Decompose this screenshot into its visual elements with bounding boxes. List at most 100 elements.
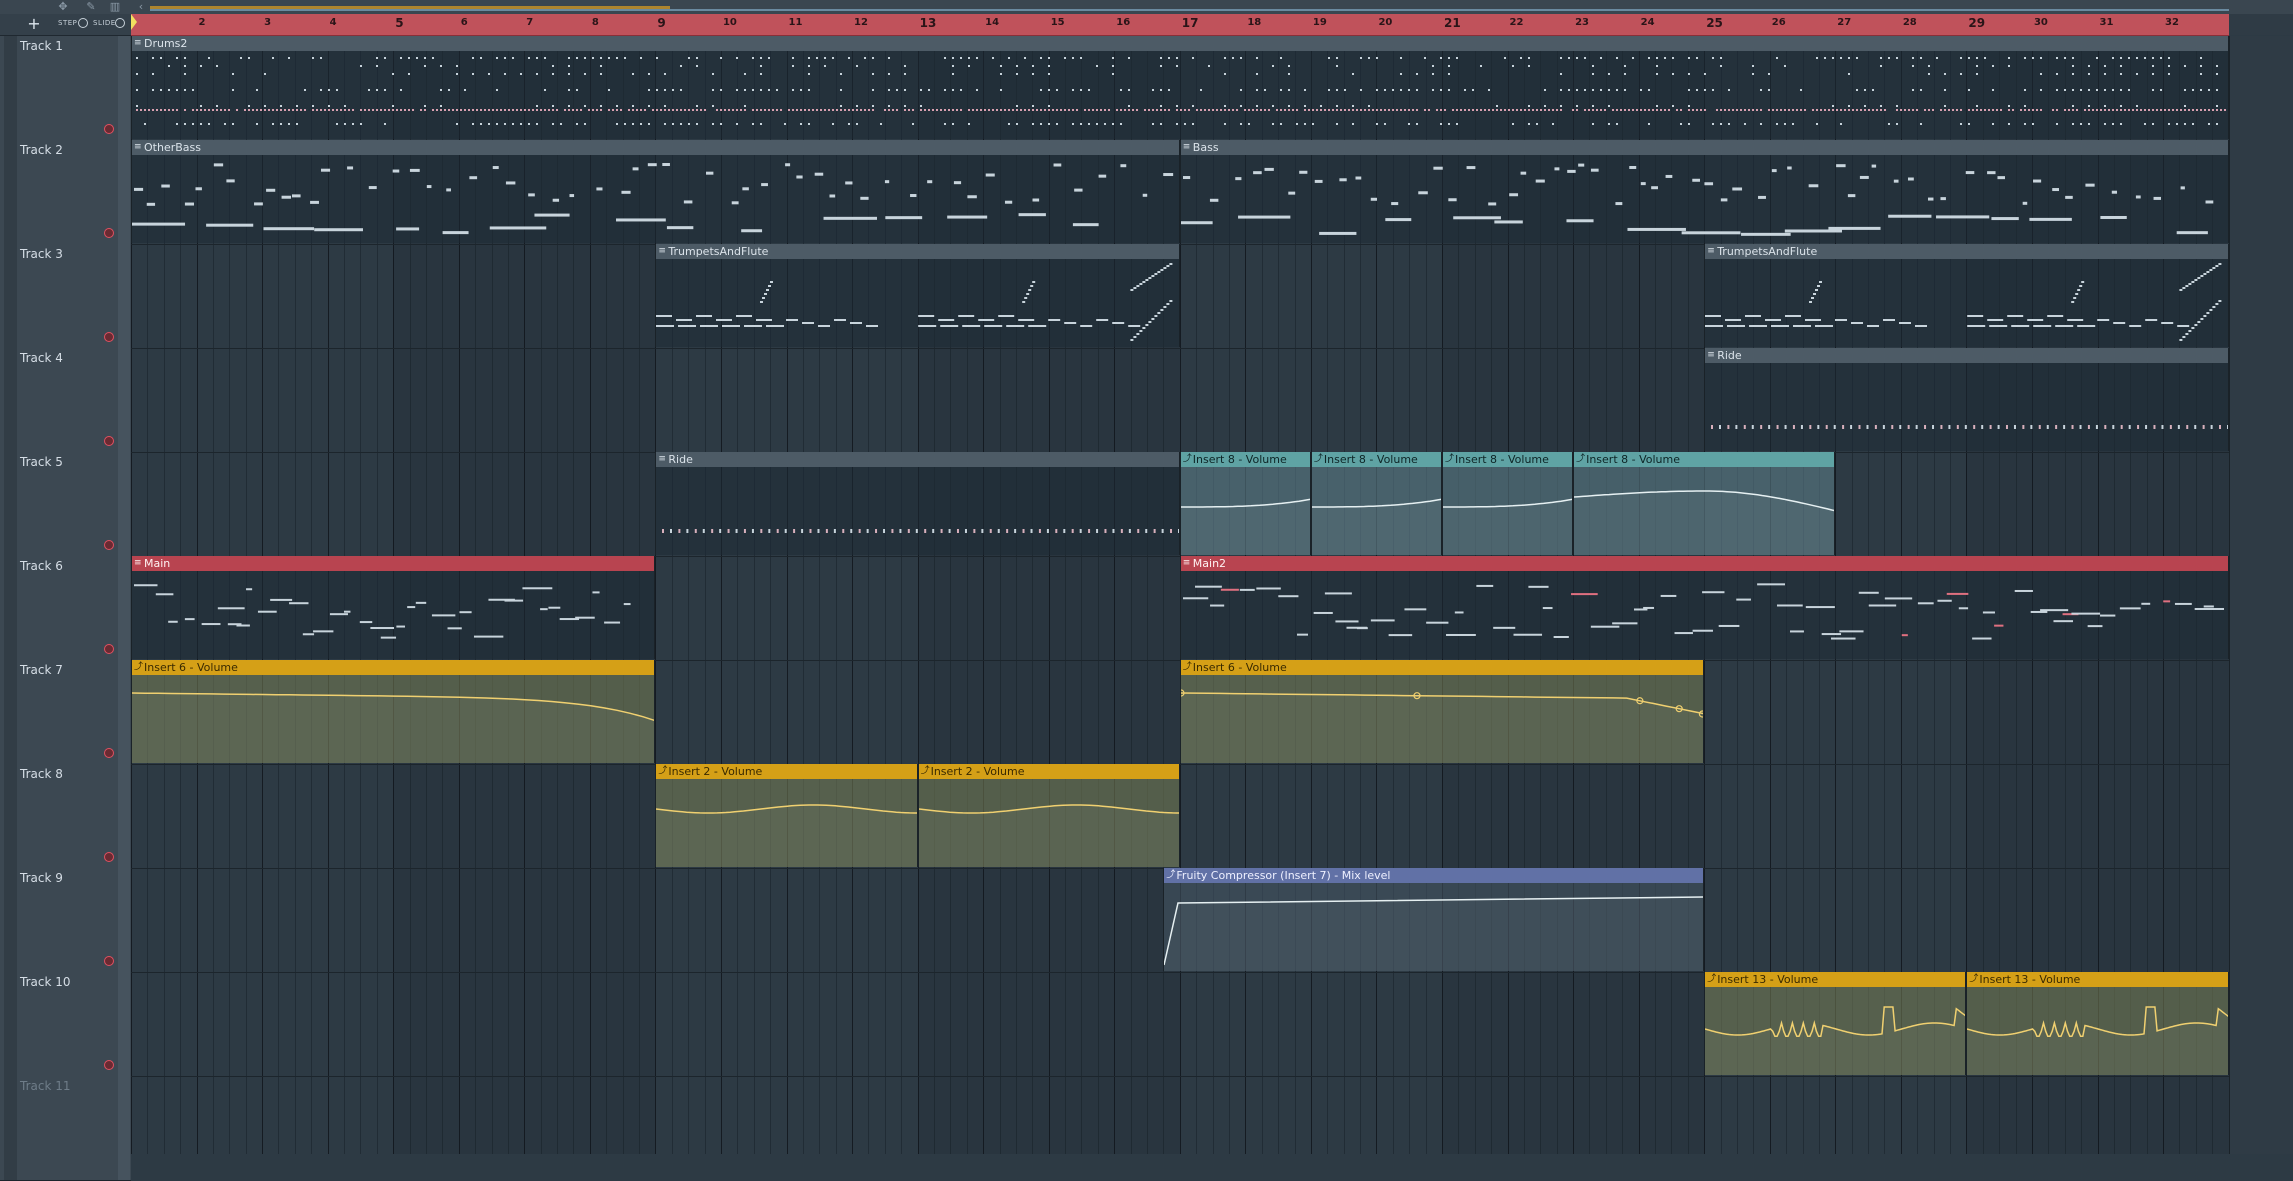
track-resize-handle[interactable]	[118, 556, 130, 660]
pattern-clip[interactable]: ≡OtherBass	[131, 140, 1180, 243]
clip-title[interactable]: ≡TrumpetsAndFlute	[1705, 244, 2227, 259]
chevron-left-icon[interactable]: ‹	[134, 1, 148, 12]
slide-radio[interactable]	[115, 18, 125, 28]
pattern-icon[interactable]: ≡	[134, 39, 142, 47]
track-mute-led[interactable]	[104, 956, 114, 966]
track-resize-handle[interactable]	[118, 140, 130, 244]
playlist-grid[interactable]: ≡Drums2≡OtherBass≡Bass≡TrumpetsAndFlute≡…	[131, 36, 2229, 1154]
pattern-clip[interactable]: ≡Ride	[1704, 348, 2228, 451]
track-header[interactable]: Track 7	[0, 660, 131, 765]
automation-clip[interactable]: ⤴Insert 8 - Volume	[1180, 452, 1311, 555]
track-resize-handle[interactable]	[118, 1076, 130, 1180]
automation-icon[interactable]: ⤴	[921, 767, 929, 775]
automation-clip[interactable]: ⤴Insert 8 - Volume	[1573, 452, 1835, 555]
clip-title[interactable]: ⤴Insert 2 - Volume	[656, 764, 916, 779]
clip-title[interactable]: ≡Drums2	[132, 36, 2228, 51]
track-mute-led[interactable]	[104, 748, 114, 758]
add-track-button[interactable]: +	[26, 16, 42, 32]
automation-icon[interactable]: ⤴	[1183, 663, 1191, 671]
clip-title[interactable]: ≡Main2	[1181, 556, 2228, 571]
track-mute-led[interactable]	[104, 228, 114, 238]
automation-clip[interactable]: ⤴Insert 6 - Volume	[131, 660, 655, 763]
automation-icon[interactable]: ⤴	[1707, 975, 1715, 983]
pattern-icon[interactable]: ≡	[1183, 143, 1191, 151]
clip-title[interactable]: ≡TrumpetsAndFlute	[656, 244, 1178, 259]
automation-clip[interactable]: ⤴Insert 2 - Volume	[918, 764, 1180, 867]
playhead-marker[interactable]	[131, 14, 137, 30]
clip-title[interactable]: ⤴Fruity Compressor (Insert 7) - Mix leve…	[1164, 868, 1703, 883]
track-resize-handle[interactable]	[118, 244, 130, 348]
track-mute-led[interactable]	[104, 540, 114, 550]
pattern-clip[interactable]: ≡Ride	[655, 452, 1179, 555]
clip-title[interactable]: ≡Ride	[656, 452, 1178, 467]
automation-clip[interactable]: ⤴Insert 8 - Volume	[1311, 452, 1442, 555]
paint-icon[interactable]: ▥	[108, 1, 122, 12]
pattern-icon[interactable]: ≡	[134, 143, 142, 151]
clip-title[interactable]: ≡Bass	[1181, 140, 2228, 155]
pattern-icon[interactable]: ≡	[658, 455, 666, 463]
track-resize-handle[interactable]	[118, 36, 130, 140]
track-header[interactable]: Track 9	[0, 868, 131, 973]
track-mute-led[interactable]	[104, 644, 114, 654]
automation-icon[interactable]: ⤴	[1969, 975, 1977, 983]
track-header[interactable]: Track 11	[0, 1076, 131, 1181]
track-header[interactable]: Track 4	[0, 348, 131, 453]
track-mute-led[interactable]	[104, 332, 114, 342]
automation-icon[interactable]: ⤴	[1183, 455, 1191, 463]
pattern-icon[interactable]: ≡	[1707, 351, 1715, 359]
automation-icon[interactable]: ⤴	[1166, 871, 1174, 879]
track-resize-handle[interactable]	[118, 660, 130, 764]
clip-title[interactable]: ⤴Insert 8 - Volume	[1312, 452, 1441, 467]
clip-title[interactable]: ⤴Insert 6 - Volume	[132, 660, 654, 675]
overview-scrollbar[interactable]	[150, 9, 2229, 11]
pattern-icon[interactable]: ≡	[658, 247, 666, 255]
clip-title[interactable]: ⤴Insert 13 - Volume	[1705, 972, 1965, 987]
clip-title[interactable]: ⤴Insert 8 - Volume	[1181, 452, 1310, 467]
pattern-clip[interactable]: ≡Bass	[1180, 140, 2229, 243]
track-resize-handle[interactable]	[118, 764, 130, 868]
timeline-ruler[interactable]: 2345678910111213141516171819202122232425…	[131, 14, 2229, 36]
automation-icon[interactable]: ⤴	[134, 663, 142, 671]
step-radio[interactable]	[78, 18, 88, 28]
automation-clip[interactable]: ⤴Insert 13 - Volume	[1966, 972, 2228, 1075]
clip-title[interactable]: ⤴Insert 13 - Volume	[1967, 972, 2227, 987]
track-header[interactable]: Track 5	[0, 452, 131, 557]
clip-title[interactable]: ⤴Insert 2 - Volume	[919, 764, 1179, 779]
track-resize-handle[interactable]	[118, 348, 130, 452]
track-mute-led[interactable]	[104, 436, 114, 446]
pattern-clip[interactable]: ≡Drums2	[131, 36, 2229, 139]
automation-clip[interactable]: ⤴Insert 2 - Volume	[655, 764, 917, 867]
track-lane[interactable]	[131, 764, 2229, 869]
automation-icon[interactable]: ⤴	[658, 767, 666, 775]
track-header[interactable]: Track 6	[0, 556, 131, 661]
automation-clip[interactable]: ⤴Insert 6 - Volume	[1180, 660, 1704, 763]
clip-title[interactable]: ⤴Insert 6 - Volume	[1181, 660, 1703, 675]
track-header[interactable]: Track 10	[0, 972, 131, 1077]
automation-clip[interactable]: ⤴Insert 13 - Volume	[1704, 972, 1966, 1075]
arrows-icon[interactable]: ✥	[56, 1, 70, 12]
track-header[interactable]: Track 2	[0, 140, 131, 245]
clip-title[interactable]: ⤴Insert 8 - Volume	[1574, 452, 1834, 467]
track-resize-handle[interactable]	[118, 972, 130, 1076]
pattern-icon[interactable]: ≡	[1183, 559, 1191, 567]
track-mute-led[interactable]	[104, 124, 114, 134]
clip-title[interactable]: ⤴Insert 8 - Volume	[1443, 452, 1572, 467]
pattern-clip[interactable]: ≡Main2	[1180, 556, 2229, 659]
pencil-icon[interactable]: ✎	[84, 1, 98, 12]
clip-title[interactable]: ≡OtherBass	[132, 140, 1179, 155]
clip-title[interactable]: ≡Main	[132, 556, 654, 571]
pattern-clip[interactable]: ≡Main	[131, 556, 655, 659]
track-resize-handle[interactable]	[118, 868, 130, 972]
automation-icon[interactable]: ⤴	[1576, 455, 1584, 463]
track-resize-handle[interactable]	[118, 452, 130, 556]
automation-clip[interactable]: ⤴Insert 8 - Volume	[1442, 452, 1573, 555]
track-mute-led[interactable]	[104, 1060, 114, 1070]
clip-title[interactable]: ≡Ride	[1705, 348, 2227, 363]
pattern-clip[interactable]: ≡TrumpetsAndFlute	[1704, 244, 2228, 347]
pattern-icon[interactable]: ≡	[1707, 247, 1715, 255]
automation-icon[interactable]: ⤴	[1445, 455, 1453, 463]
track-mute-led[interactable]	[104, 852, 114, 862]
automation-icon[interactable]: ⤴	[1314, 455, 1322, 463]
pattern-clip[interactable]: ≡TrumpetsAndFlute	[655, 244, 1179, 347]
track-header[interactable]: Track 1	[0, 36, 131, 141]
